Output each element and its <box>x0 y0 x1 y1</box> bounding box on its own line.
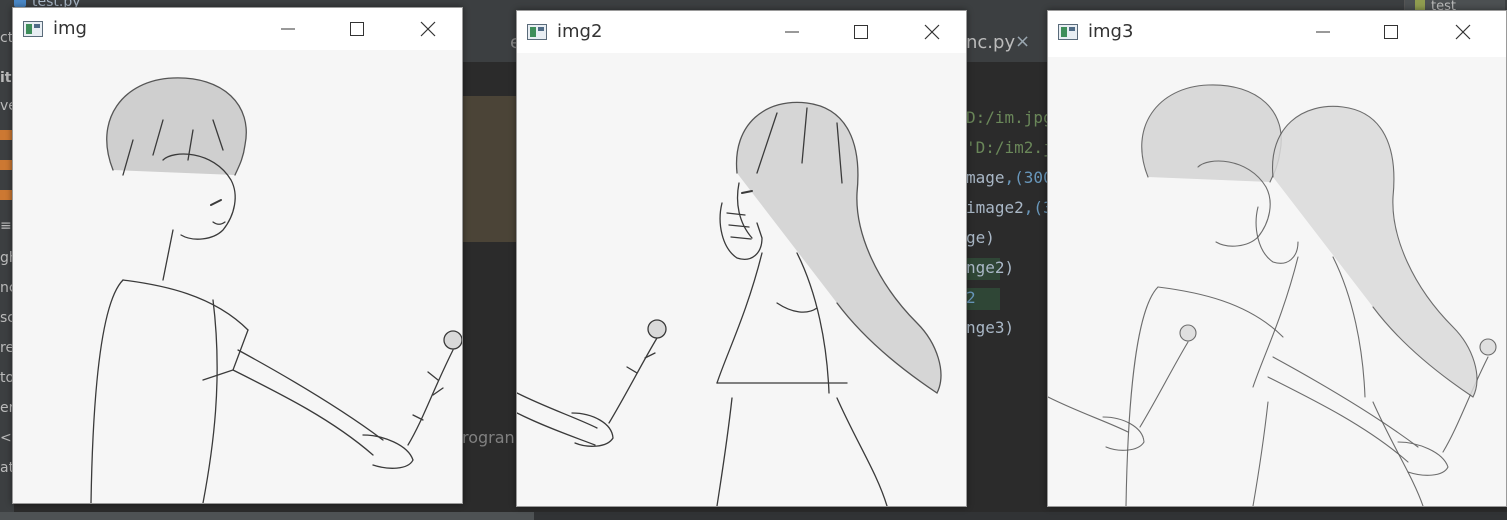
maximize-icon <box>1384 25 1398 39</box>
run-config-icon <box>1415 0 1425 10</box>
ide-editor-tab-partial[interactable]: e <box>462 22 521 62</box>
code-line: nge2) <box>966 258 1015 277</box>
image-canvas <box>1048 57 1506 506</box>
close-icon <box>1455 24 1471 40</box>
close-button[interactable] <box>909 11 955 53</box>
sidebar-folder-marker <box>0 190 12 200</box>
python-file-icon <box>14 0 26 7</box>
ide-run-output-fragment: rogran <box>462 428 515 447</box>
boy-with-rose-sketch <box>90 77 462 503</box>
opencv-window-icon <box>1058 24 1078 40</box>
ide-horizontal-scrollbar[interactable] <box>0 512 534 520</box>
girl-covering-face-sketch <box>517 101 942 506</box>
maximize-button[interactable] <box>334 8 380 50</box>
close-button[interactable] <box>405 8 451 50</box>
minimize-button[interactable] <box>769 11 815 53</box>
window-titlebar[interactable]: img3 <box>1048 11 1506 53</box>
close-icon <box>420 21 436 37</box>
image-window-img3[interactable]: img3 <box>1047 10 1507 507</box>
sidebar-folder-marker <box>0 160 12 170</box>
code-line: mage,(300 <box>966 168 1053 187</box>
maximize-icon <box>854 25 868 39</box>
minimize-icon <box>281 28 295 30</box>
minimize-icon <box>1316 31 1330 33</box>
image-canvas <box>517 53 966 506</box>
sidebar-folder-marker <box>0 130 12 140</box>
image-window-img2[interactable]: img2 <box>516 10 967 507</box>
close-tab-icon[interactable]: × <box>1015 31 1030 52</box>
minimize-button[interactable] <box>1300 11 1346 53</box>
minimize-icon <box>785 31 799 33</box>
window-title: img <box>53 18 87 39</box>
maximize-icon <box>350 22 364 36</box>
code-line: 'D:/im2.j <box>966 138 1053 157</box>
image-window-img[interactable]: img <box>12 7 463 504</box>
image-canvas <box>13 50 462 503</box>
code-line: 2 <box>966 288 976 307</box>
close-icon <box>924 24 940 40</box>
code-line: nge3) <box>966 318 1015 337</box>
window-title: img2 <box>557 21 603 42</box>
window-title: img3 <box>1088 21 1134 42</box>
maximize-button[interactable] <box>838 11 884 53</box>
ide-highlight-block <box>462 96 516 242</box>
code-line: ge) <box>966 228 995 247</box>
window-titlebar[interactable]: img2 <box>517 11 966 53</box>
opencv-window-icon <box>527 24 547 40</box>
code-line: image2,(3 <box>966 198 1053 217</box>
window-titlebar[interactable]: img <box>13 8 462 50</box>
close-button[interactable] <box>1440 11 1486 53</box>
code-line: D:/im.jpg <box>966 108 1053 127</box>
minimize-button[interactable] <box>265 8 311 50</box>
editor-tab-nc-py[interactable]: nc.py × <box>966 22 1047 62</box>
ide-status-strip <box>534 512 1507 520</box>
maximize-button[interactable] <box>1368 11 1414 53</box>
blended-boy-girl-sketch <box>1048 84 1497 506</box>
opencv-window-icon <box>23 21 43 37</box>
